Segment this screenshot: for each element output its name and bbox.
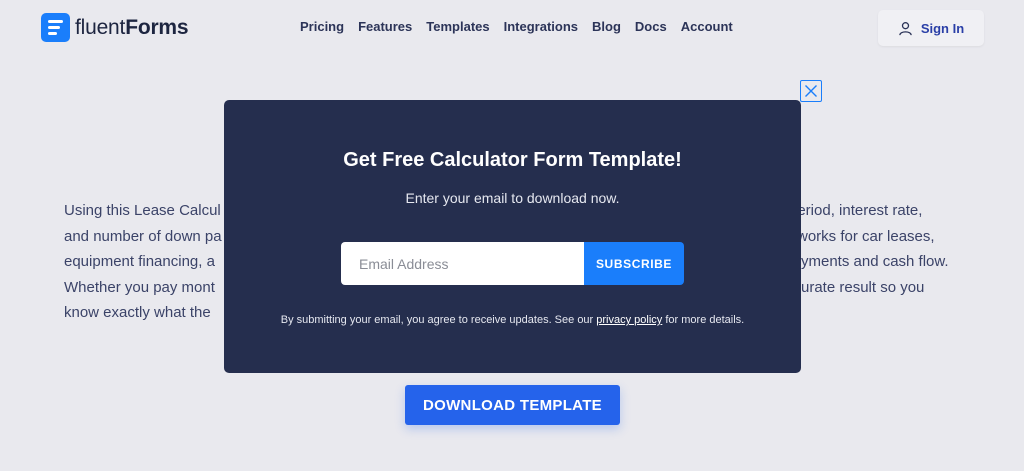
nav-item-account[interactable]: Account xyxy=(681,19,733,34)
user-icon xyxy=(899,21,912,35)
privacy-note: By submitting your email, you agree to r… xyxy=(224,314,801,326)
page: fluentForms Pricing Features Templates I… xyxy=(0,0,1024,471)
subscribe-button[interactable]: SUBSCRIBE xyxy=(584,242,684,285)
sign-in-label: Sign In xyxy=(920,20,965,36)
nav-item-pricing[interactable]: Pricing xyxy=(300,19,344,34)
site-header: fluentForms Pricing Features Templates I… xyxy=(0,0,1024,56)
nav-item-features[interactable]: Features xyxy=(358,19,412,34)
main-nav: Pricing Features Templates Integrations … xyxy=(300,19,733,34)
close-modal-button[interactable] xyxy=(800,80,822,102)
modal-title: Get Free Calculator Form Template! xyxy=(343,149,682,171)
description-line: urate result so you xyxy=(801,278,925,296)
description-line: Using this Lease Calcul xyxy=(64,202,221,219)
privacy-note-text-end: for more details. xyxy=(662,314,745,326)
description-line: works for car leases, xyxy=(797,227,935,245)
privacy-note-text: By submitting your email, you agree to r… xyxy=(280,314,597,326)
modal-subtitle: Enter your email to download now. xyxy=(405,190,620,206)
nav-item-blog[interactable]: Blog xyxy=(592,19,621,34)
description-line: yments and cash flow. xyxy=(801,253,949,270)
privacy-policy-link[interactable]: privacy policy xyxy=(596,314,662,326)
description-line: and number of down pa xyxy=(64,227,222,245)
brand-name: fluentForms xyxy=(75,15,189,40)
nav-item-integrations[interactable]: Integrations xyxy=(504,19,578,34)
sign-in-button[interactable]: Sign In xyxy=(878,10,984,46)
nav-item-docs[interactable]: Docs xyxy=(635,19,667,34)
close-icon xyxy=(805,85,817,97)
brand-logo[interactable]: fluentForms xyxy=(41,13,189,42)
email-field[interactable] xyxy=(341,242,585,285)
description-line: know exactly what the xyxy=(64,304,211,321)
fluentforms-logo-icon xyxy=(41,13,70,42)
download-template-button[interactable]: DOWNLOAD TEMPLATE xyxy=(405,385,620,425)
description-line: Whether you pay mont xyxy=(64,278,215,296)
subscribe-modal: Get Free Calculator Form Template! Enter… xyxy=(224,100,801,373)
description-line: equipment financing, a xyxy=(64,253,215,270)
brand-name-light: fluent xyxy=(75,15,126,39)
description-line: period, interest rate, xyxy=(789,202,923,219)
nav-item-templates[interactable]: Templates xyxy=(426,19,489,34)
brand-name-bold: Forms xyxy=(125,15,189,39)
